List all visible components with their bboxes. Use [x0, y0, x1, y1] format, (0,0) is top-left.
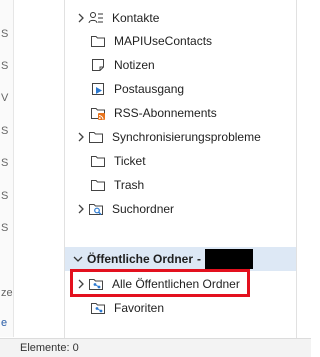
separator-dash: - — [197, 252, 202, 266]
outbox-icon — [89, 81, 107, 97]
folder-label: Synchronisierungsprobleme — [112, 130, 261, 144]
folder-icon — [89, 177, 107, 193]
folder-item-notizen[interactable]: Notizen — [65, 53, 296, 77]
folder-item-postausgang[interactable]: Postausgang — [65, 77, 296, 101]
folder-pane: Kontakte MAPIUseContacts Notizen Postaus… — [64, 0, 297, 338]
folder-icon — [87, 129, 105, 145]
mail-list-pane-fragment: S S V S S S S ze e — [0, 0, 14, 337]
redacted-account-name — [205, 249, 254, 269]
notes-icon — [89, 57, 107, 73]
folder-label: RSS-Abonnements — [114, 106, 217, 120]
folder-label: Postausgang — [114, 82, 185, 96]
chevron-right-icon[interactable] — [76, 204, 86, 214]
folder-icon — [89, 33, 107, 49]
folder-label: Favoriten — [114, 301, 165, 315]
public-folder-icon — [89, 300, 107, 316]
folder-label: Alle Öffentlichen Ordner — [112, 277, 240, 291]
contacts-icon — [87, 10, 105, 26]
folder-item-favoriten[interactable]: Favoriten — [65, 296, 296, 320]
folder-item-kontakte[interactable]: Kontakte — [65, 6, 296, 30]
fragment-text: V — [1, 92, 9, 104]
fragment-text: S — [1, 222, 9, 234]
chevron-right-icon[interactable] — [76, 13, 86, 23]
fragment-text: S — [1, 157, 9, 169]
chevron-right-icon[interactable] — [76, 132, 86, 142]
public-folders-header[interactable]: Öffentliche Ordner - — [65, 247, 296, 271]
folder-item-mapiusecontacts[interactable]: MAPIUseContacts — [65, 29, 296, 53]
fragment-text: S — [1, 125, 9, 137]
public-folders-title: Öffentliche Ordner — [87, 252, 194, 266]
folder-label: Suchordner — [112, 202, 175, 216]
item-count: Elemente: 0 — [20, 342, 79, 354]
fragment-text: S — [1, 28, 9, 40]
folder-label: Trash — [114, 178, 145, 192]
chevron-down-icon[interactable] — [73, 254, 83, 264]
fragment-text: ze — [1, 287, 13, 299]
fragment-text: S — [1, 190, 9, 202]
folder-item-synchronisierungsprobleme[interactable]: Synchronisierungsprobleme — [65, 125, 296, 149]
folder-label: Kontakte — [112, 11, 160, 25]
chevron-right-icon[interactable] — [76, 279, 86, 289]
folder-item-alle-oeffentlichen-ordner[interactable]: Alle Öffentlichen Ordner — [65, 272, 296, 296]
folder-item-rss-abonnements[interactable]: RSS-Abonnements — [65, 101, 296, 125]
public-folder-icon — [87, 276, 105, 292]
rss-icon — [89, 105, 107, 121]
folder-label: Notizen — [114, 58, 155, 72]
folder-item-suchordner[interactable]: Suchordner — [65, 197, 296, 221]
folder-label: Ticket — [114, 154, 146, 168]
folder-item-ticket[interactable]: Ticket — [65, 149, 296, 173]
fragment-text: e — [1, 317, 8, 329]
folder-item-trash[interactable]: Trash — [65, 173, 296, 197]
folder-label: MAPIUseContacts — [114, 34, 213, 48]
folder-icon — [89, 153, 107, 169]
fragment-text: S — [1, 60, 9, 72]
status-bar: Elemente: 0 — [0, 338, 311, 357]
search-folder-icon — [87, 201, 105, 217]
